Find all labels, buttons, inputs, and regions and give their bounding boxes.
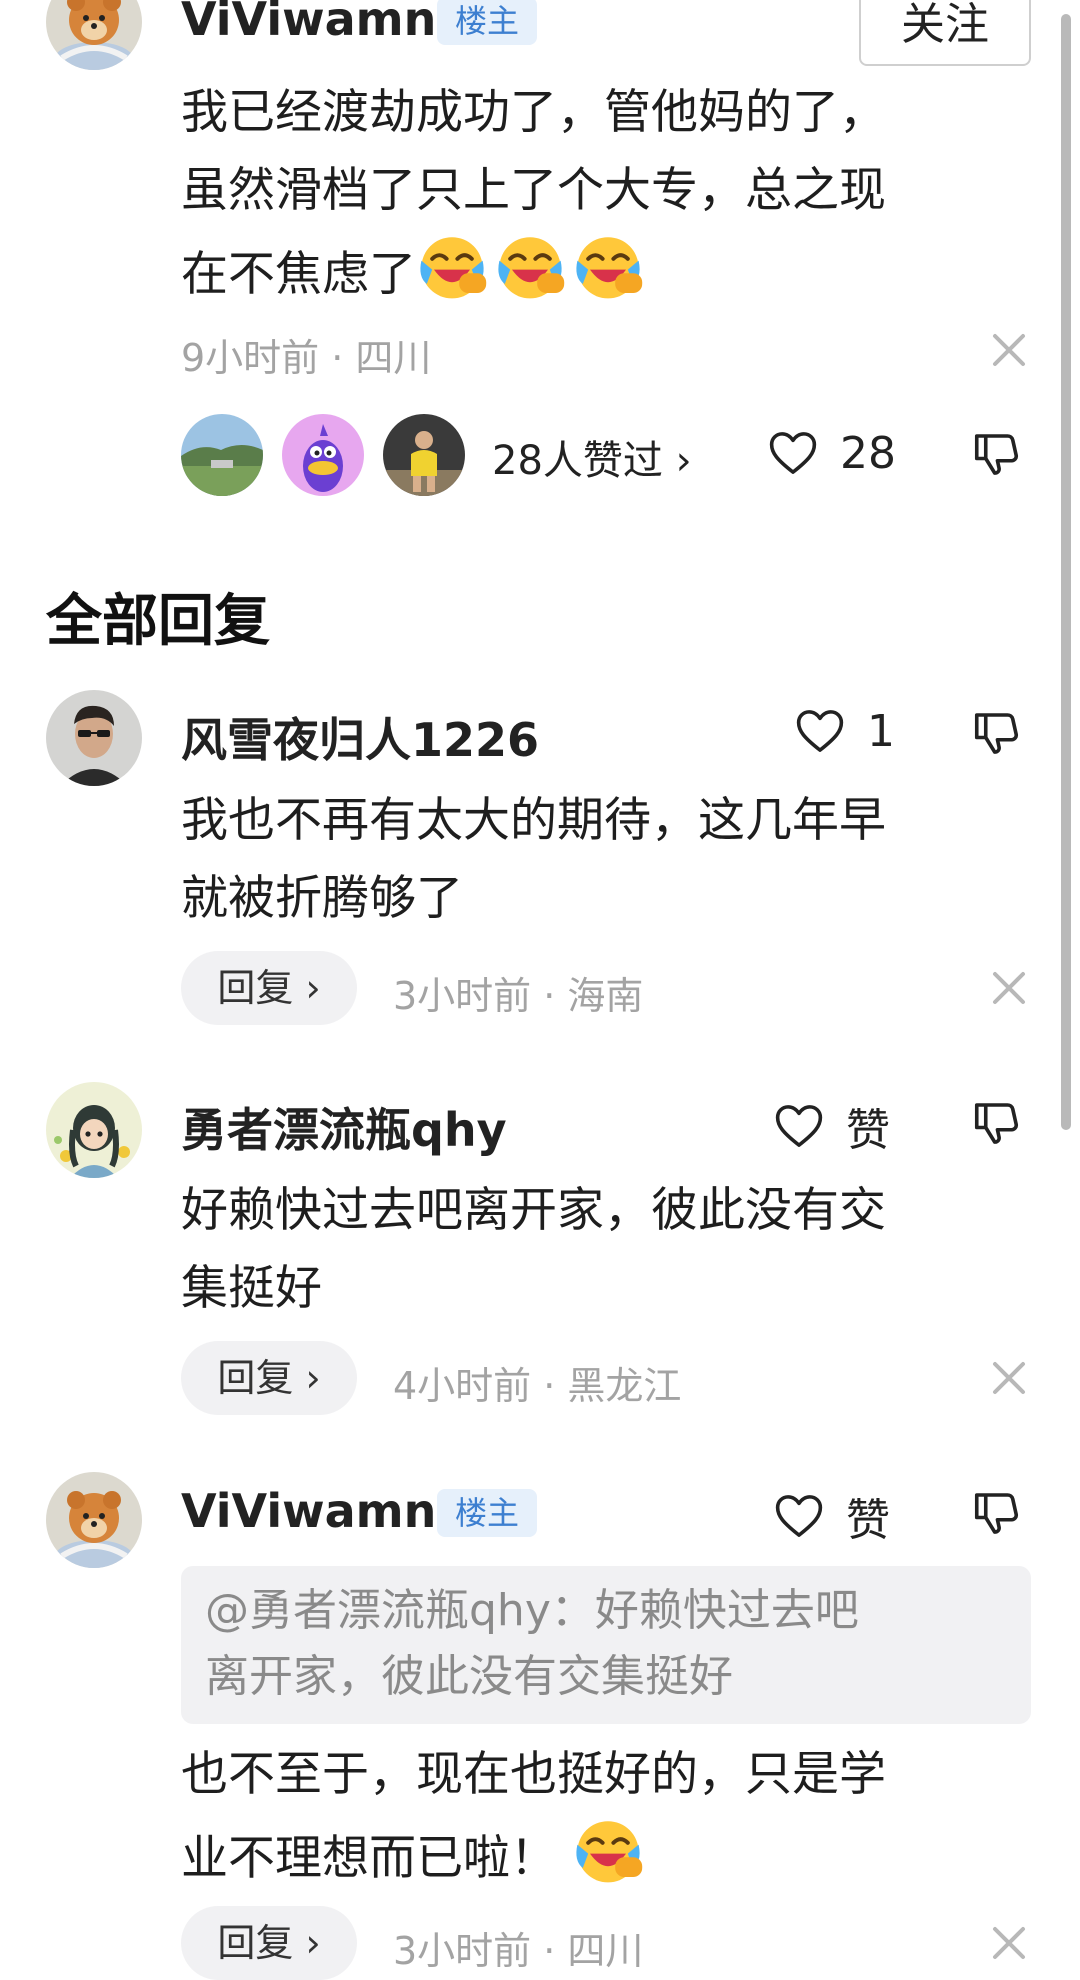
reply-author-name[interactable]: 风雪夜归人1226 bbox=[181, 704, 539, 770]
dislike-icon[interactable] bbox=[970, 427, 1024, 481]
heart-icon bbox=[793, 704, 847, 758]
reply-author-avatar[interactable] bbox=[46, 690, 142, 786]
reply-text-line: 集挺好 bbox=[181, 1261, 322, 1316]
post-text: 我已经渡劫成功了，管他妈的了， 虽然滑档了只上了个大专，总之现 在不焦虑了 bbox=[181, 74, 1011, 314]
like-label: 赞 bbox=[846, 1105, 890, 1156]
reply-author-avatar[interactable] bbox=[46, 1082, 142, 1178]
liker-avatar[interactable] bbox=[181, 414, 263, 496]
dislike-icon[interactable] bbox=[970, 1486, 1024, 1540]
reply-text-line: 好赖快过去吧离开家，彼此没有交 bbox=[181, 1183, 886, 1238]
reply-text: 也不至于，现在也挺好的，只是学 业不理想而已啦！ bbox=[181, 1736, 1011, 1898]
like-count: 28 bbox=[840, 427, 896, 479]
dislike-icon[interactable] bbox=[970, 706, 1024, 760]
reply-button[interactable]: 回复 › bbox=[181, 1906, 357, 1980]
like-label: 赞 bbox=[846, 1495, 890, 1546]
quoted-reply[interactable]: @勇者漂流瓶qhy：好赖快过去吧 离开家，彼此没有交集挺好 bbox=[181, 1566, 1031, 1724]
reply-button[interactable]: 回复 › bbox=[181, 1341, 357, 1415]
post-like-button[interactable]: 28 bbox=[766, 426, 896, 480]
post-author-name[interactable]: ViViwamng bbox=[181, 0, 469, 46]
crying-laughing-emoji bbox=[572, 230, 644, 302]
reply-button[interactable]: 回复 › bbox=[181, 951, 357, 1025]
op-badge: 楼主 bbox=[437, 0, 538, 45]
scrollbar[interactable] bbox=[1061, 14, 1071, 1130]
close-icon[interactable] bbox=[989, 968, 1029, 1008]
post-text-line: 在不焦虑了 bbox=[181, 230, 1011, 314]
post-meta: 9小时前 · 四川 bbox=[181, 336, 432, 380]
reply-text-line: 我也不再有太大的期待，这几年早 bbox=[181, 793, 886, 848]
crying-laughing-emoji bbox=[572, 1814, 644, 1886]
reply-text-line: 也不至于，现在也挺好的，只是学 bbox=[181, 1747, 886, 1802]
reply-text-line: 业不理想而已啦！ bbox=[181, 1814, 1011, 1898]
op-badge: 楼主 bbox=[437, 1489, 538, 1537]
close-icon[interactable] bbox=[989, 1358, 1029, 1398]
crying-laughing-emoji bbox=[416, 230, 488, 302]
heart-icon bbox=[772, 1489, 826, 1543]
post-emoji-group bbox=[416, 247, 650, 302]
crying-laughing-emoji bbox=[494, 230, 566, 302]
replies-section-title: 全部回复 bbox=[46, 589, 270, 654]
close-icon[interactable] bbox=[989, 330, 1029, 370]
close-icon[interactable] bbox=[989, 1923, 1029, 1963]
post-text-line: 虽然滑档了只上了个大专，总之现 bbox=[181, 163, 886, 218]
heart-icon bbox=[766, 426, 820, 480]
heart-icon bbox=[772, 1099, 826, 1153]
quote-line: 离开家，彼此没有交集挺好 bbox=[205, 1651, 733, 1702]
reply-author-avatar[interactable] bbox=[46, 1472, 142, 1568]
quote-line: @勇者漂流瓶qhy：好赖快过去吧 bbox=[205, 1585, 859, 1636]
reply-text: 好赖快过去吧离开家，彼此没有交 集挺好 bbox=[181, 1172, 1011, 1328]
reply-like-button[interactable]: 1 bbox=[793, 704, 895, 758]
post-author-avatar[interactable] bbox=[46, 0, 142, 70]
reply-like-button[interactable]: 赞 bbox=[772, 1484, 890, 1548]
dislike-icon[interactable] bbox=[970, 1096, 1024, 1150]
reply-text: 我也不再有太大的期待，这几年早 就被折腾够了 bbox=[181, 782, 1011, 938]
follow-button[interactable]: 关注 bbox=[859, 0, 1031, 66]
reply-meta: 4小时前 · 黑龙江 bbox=[393, 1364, 682, 1408]
reply-author-name[interactable]: ViViwamng bbox=[181, 1484, 469, 1538]
likers-link[interactable]: 28人赞过 › bbox=[492, 428, 692, 486]
liker-avatar[interactable] bbox=[282, 414, 364, 496]
reply-like-button[interactable]: 赞 bbox=[772, 1094, 890, 1158]
reply-author-name[interactable]: 勇者漂流瓶qhy bbox=[181, 1094, 507, 1160]
reply-meta: 3小时前 · 四川 bbox=[393, 1929, 644, 1973]
liker-avatar[interactable] bbox=[383, 414, 465, 496]
like-count: 1 bbox=[867, 705, 895, 757]
post-text-line: 我已经渡劫成功了，管他妈的了， bbox=[181, 85, 886, 140]
reply-meta: 3小时前 · 海南 bbox=[393, 974, 644, 1018]
reply-text-line: 就被折腾够了 bbox=[181, 871, 463, 926]
